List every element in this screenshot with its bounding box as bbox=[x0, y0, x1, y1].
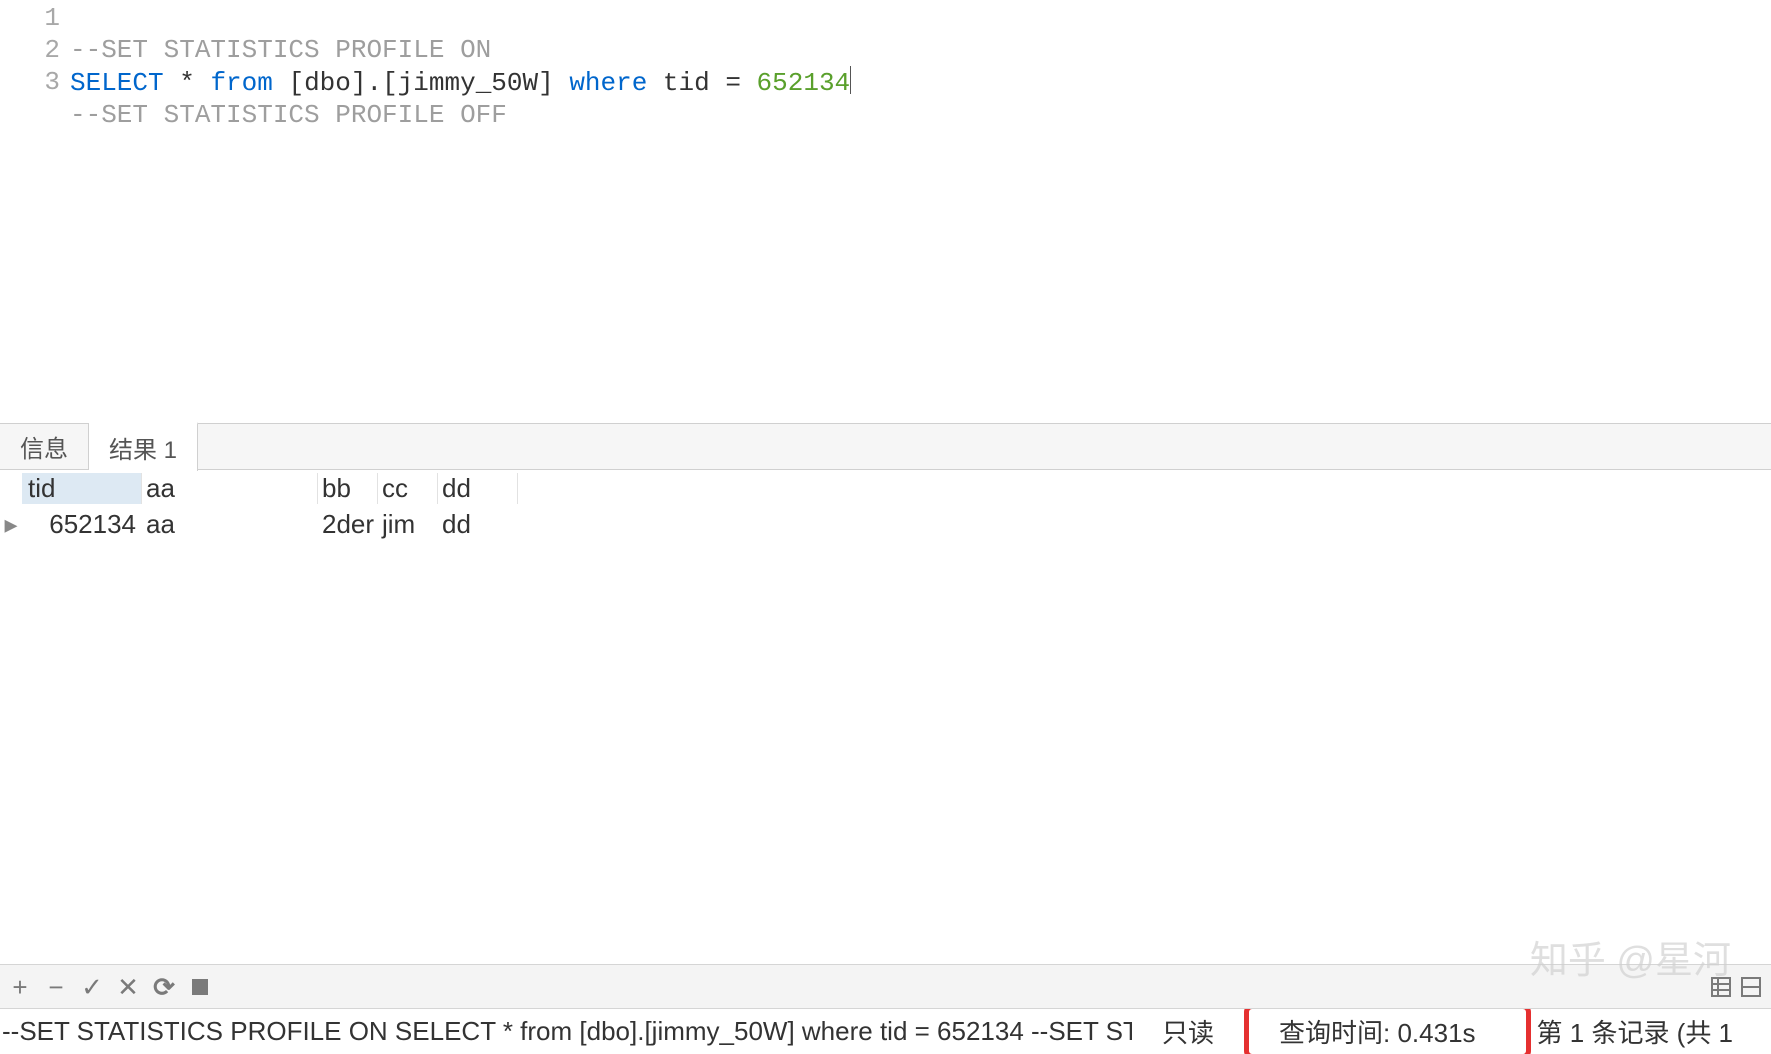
table-row[interactable]: ▸ 652134 aa 2der jim dd bbox=[0, 506, 1771, 542]
cell-dd[interactable]: dd bbox=[438, 509, 518, 540]
tab-info[interactable]: 信息 bbox=[0, 423, 89, 470]
status-mode: 只读 bbox=[1132, 1013, 1244, 1050]
cell-aa[interactable]: aa bbox=[142, 509, 318, 540]
results-tab-bar: 信息 结果 1 bbox=[0, 424, 1771, 470]
grid-icon bbox=[1710, 976, 1732, 998]
col-header-tid[interactable]: tid bbox=[22, 473, 142, 504]
code-plain: * bbox=[164, 68, 211, 98]
status-bar: --SET STATISTICS PROFILE ON SELECT * fro… bbox=[0, 1008, 1771, 1054]
row-marker-icon: ▸ bbox=[0, 509, 22, 540]
code-plain: [dbo].[jimmy_50W] bbox=[273, 68, 569, 98]
toolbar-right-icons bbox=[1709, 975, 1763, 999]
code-keyword: from bbox=[210, 68, 272, 98]
status-sql-text: --SET STATISTICS PROFILE ON SELECT * fro… bbox=[2, 1016, 1132, 1047]
stop-icon bbox=[192, 979, 208, 995]
code-keyword: SELECT bbox=[70, 68, 164, 98]
code-comment: --SET STATISTICS PROFILE ON bbox=[70, 35, 491, 65]
results-grid[interactable]: tid aa bb cc dd ▸ 652134 aa 2der jim dd bbox=[0, 470, 1771, 964]
line-number: 3 bbox=[0, 66, 60, 98]
line-number: 2 bbox=[0, 34, 60, 66]
line-number-gutter: 1 2 3 bbox=[0, 0, 70, 423]
col-header-bb[interactable]: bb bbox=[318, 473, 378, 504]
record-toolbar: + − ✓ ✕ ⟳ bbox=[0, 964, 1771, 1008]
cell-bb[interactable]: 2der bbox=[318, 509, 378, 540]
code-comment: --SET STATISTICS PROFILE OFF bbox=[70, 100, 507, 130]
add-record-button[interactable]: + bbox=[8, 975, 32, 999]
line-number: 1 bbox=[0, 2, 60, 34]
col-header-aa[interactable]: aa bbox=[142, 473, 318, 504]
col-header-cc[interactable]: cc bbox=[378, 473, 438, 504]
apply-button[interactable]: ✓ bbox=[80, 975, 104, 999]
text-cursor bbox=[850, 66, 851, 94]
code-number: 652134 bbox=[757, 68, 851, 98]
stop-button[interactable] bbox=[188, 975, 212, 999]
code-plain: tid = bbox=[647, 68, 756, 98]
form-icon bbox=[1740, 976, 1762, 998]
refresh-button[interactable]: ⟳ bbox=[152, 975, 176, 999]
status-query-time: 查询时间: 0.431s bbox=[1244, 1008, 1531, 1054]
sql-editor[interactable]: 1 2 3 --SET STATISTICS PROFILE ON SELECT… bbox=[0, 0, 1771, 424]
form-view-icon[interactable] bbox=[1739, 975, 1763, 999]
cell-tid[interactable]: 652134 bbox=[22, 509, 142, 540]
tab-result-1[interactable]: 结果 1 bbox=[89, 422, 198, 471]
status-record-info: 第 1 条记录 (共 1 bbox=[1531, 1013, 1733, 1050]
remove-record-button[interactable]: − bbox=[44, 975, 68, 999]
grid-view-icon[interactable] bbox=[1709, 975, 1733, 999]
cancel-button[interactable]: ✕ bbox=[116, 975, 140, 999]
grid-header-row: tid aa bb cc dd bbox=[0, 470, 1771, 506]
code-keyword: where bbox=[569, 68, 647, 98]
cell-cc[interactable]: jim bbox=[378, 509, 438, 540]
code-area[interactable]: --SET STATISTICS PROFILE ON SELECT * fro… bbox=[70, 0, 1771, 423]
col-header-dd[interactable]: dd bbox=[438, 473, 518, 504]
